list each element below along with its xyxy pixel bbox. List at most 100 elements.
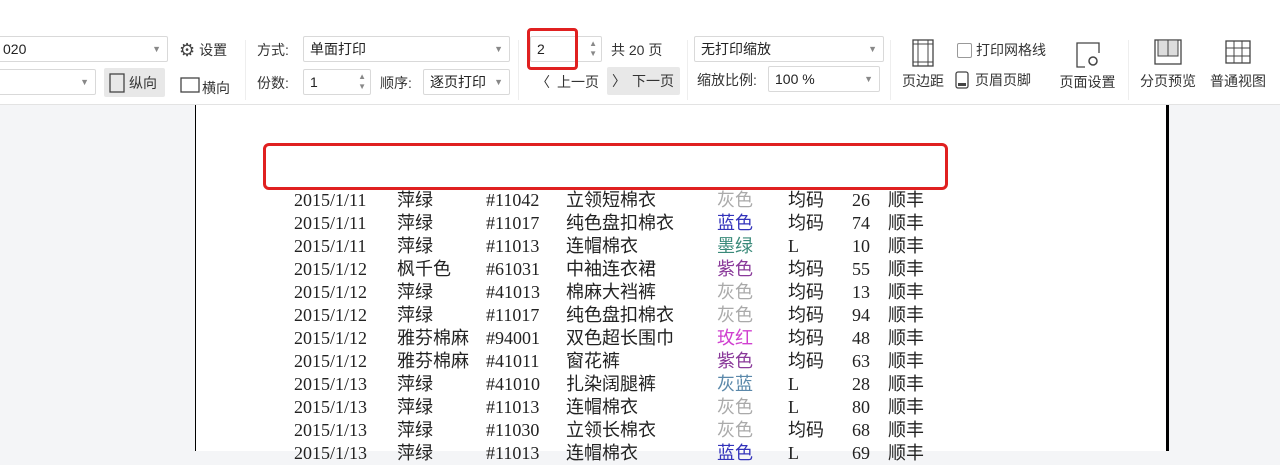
cell-ship: 顺丰	[888, 190, 924, 210]
scale-label: 缩放比例:	[697, 72, 757, 88]
prev-page-label: 上一页	[557, 74, 599, 90]
cell-brand: 萍绿	[397, 305, 433, 325]
cell-qty: 48	[852, 328, 870, 348]
printer-value: 020	[3, 41, 27, 57]
stepper-arrows-icon[interactable]: ▲ ▼	[589, 39, 597, 59]
normal-view-label: 普通视图	[1210, 73, 1266, 89]
divider	[890, 40, 891, 100]
table-row: 2015/1/12 萍绿 #11017 纯色盘扣棉衣 灰色 均码 94 顺丰	[196, 304, 1156, 327]
print-order-value: 逐页打印	[430, 74, 486, 90]
cell-product: 连帽棉衣	[566, 397, 638, 417]
cell-color: 灰色	[717, 305, 753, 325]
cell-code: #41011	[486, 351, 540, 371]
print-preview-page: 2015/1/11 萍绿 #11042 立领短棉衣 灰色 均码 26 顺丰 2015/1/11 萍…	[195, 105, 1169, 463]
table-row: 2015/1/11 萍绿 #11013 连帽棉衣 墨绿 L 10 顺丰	[196, 235, 1156, 258]
margins-button[interactable]: 页边距	[897, 39, 949, 91]
scale-select[interactable]: 100 % ▼	[768, 66, 880, 92]
cell-ship: 顺丰	[888, 236, 924, 256]
cell-brand: 萍绿	[397, 443, 433, 463]
cell-color: 紫色	[717, 351, 753, 371]
chevron-down-icon: ▼	[152, 44, 161, 54]
print-mode-select[interactable]: 单面打印 ▼	[303, 36, 510, 62]
scale-mode-select[interactable]: 无打印缩放 ▼	[694, 36, 884, 62]
cell-product: 立领长棉衣	[566, 420, 656, 440]
settings-button[interactable]: ⚙ 设置	[179, 39, 227, 61]
cell-date: 2015/1/11	[294, 236, 367, 256]
normal-view-button[interactable]: 普通视图	[1205, 39, 1271, 91]
cell-product: 中袖连衣裙	[566, 259, 656, 279]
header-footer-button[interactable]: 页眉页脚	[955, 70, 1031, 90]
cell-product: 连帽棉衣	[566, 236, 638, 256]
next-page-button[interactable]: 〉下一页	[607, 67, 680, 95]
scale-value: 100 %	[775, 71, 815, 87]
cell-ship: 顺丰	[888, 351, 924, 371]
landscape-label: 横向	[202, 80, 230, 96]
page-setup-label: 页面设置	[1059, 74, 1116, 90]
margins-icon	[912, 39, 934, 67]
copies-stepper[interactable]: 1 ▲ ▼	[303, 69, 371, 95]
chevron-left-icon: 〈	[536, 74, 550, 90]
divider	[518, 40, 519, 100]
cell-ship: 顺丰	[888, 305, 924, 325]
portrait-button[interactable]: 纵向	[104, 68, 165, 97]
next-page-label: 下一页	[632, 73, 674, 89]
cell-date: 2015/1/12	[294, 305, 368, 325]
cell-brand: 萍绿	[397, 190, 433, 210]
table-row: 2015/1/11 萍绿 #11017 纯色盘扣棉衣 蓝色 均码 74 顺丰	[196, 212, 1156, 235]
stepper-arrows-icon[interactable]: ▲ ▼	[358, 72, 366, 92]
page-landscape-icon	[180, 77, 200, 93]
page-setup-button[interactable]: 页面设置	[1055, 42, 1120, 92]
cell-code: #11013	[486, 236, 540, 256]
cell-color: 灰色	[717, 282, 753, 302]
cell-date: 2015/1/12	[294, 351, 368, 371]
cell-ship: 顺丰	[888, 397, 924, 417]
page-break-preview-icon	[1154, 39, 1182, 65]
divider	[245, 40, 246, 100]
chevron-down-icon: ▼	[868, 44, 877, 54]
cell-code: #11017	[486, 305, 540, 325]
cell-code: #41013	[486, 282, 540, 302]
prev-page-button[interactable]: 〈上一页	[533, 69, 602, 95]
printer-select[interactable]: 020 ▼	[0, 36, 168, 62]
print-order-select[interactable]: 逐页打印 ▼	[423, 69, 510, 95]
cell-size: 均码	[788, 190, 824, 210]
cell-color: 蓝色	[717, 213, 753, 233]
cell-qty: 28	[852, 374, 870, 394]
cell-color: 玫红	[717, 328, 753, 348]
cell-date: 2015/1/13	[294, 420, 368, 440]
print-gridlines-checkbox[interactable]: 打印网格线	[957, 40, 1046, 60]
cell-brand: 萍绿	[397, 420, 433, 440]
table-row: 2015/1/11 萍绿 #11042 立领短棉衣 灰色 均码 26 顺丰	[196, 189, 1156, 212]
cell-qty: 74	[852, 213, 870, 233]
total-pages: 共 20 页	[611, 42, 663, 58]
cell-code: #11013	[486, 443, 540, 463]
cell-color: 灰蓝	[717, 374, 753, 394]
cell-date: 2015/1/11	[294, 190, 367, 210]
table-row: 2015/1/12 雅芬棉麻 #41011 窗花裤 紫色 均码 63 顺丰	[196, 350, 1156, 373]
cell-product: 扎染阔腿裤	[566, 374, 656, 394]
cell-color: 灰色	[717, 190, 753, 210]
cell-brand: 萍绿	[397, 236, 433, 256]
cell-color: 紫色	[717, 259, 753, 279]
cell-size: L	[788, 443, 799, 463]
cell-product: 立领短棉衣	[566, 190, 656, 210]
print-mode-value: 单面打印	[310, 41, 366, 57]
scale-mode-value: 无打印缩放	[701, 41, 771, 57]
checkbox-icon	[957, 42, 972, 58]
table-row: 2015/1/13 萍绿 #11013 连帽棉衣 灰色 L 80 顺丰	[196, 396, 1156, 419]
table-row: 2015/1/13 萍绿 #41010 扎染阔腿裤 灰蓝 L 28 顺丰	[196, 373, 1156, 396]
landscape-button[interactable]: 横向	[180, 72, 230, 98]
page-portrait-icon	[109, 72, 125, 93]
cell-size: L	[788, 236, 799, 256]
table-row: 2015/1/13 萍绿 #11013 连帽棉衣 蓝色 L 69 顺丰	[196, 442, 1156, 465]
cell-qty: 68	[852, 420, 870, 440]
cell-color: 蓝色	[717, 443, 753, 463]
highlight-page-number	[527, 28, 578, 70]
print-gridlines-label: 打印网格线	[976, 42, 1046, 58]
cell-qty: 13	[852, 282, 870, 302]
cell-product: 双色超长围巾	[566, 328, 674, 348]
page-break-preview-button[interactable]: 分页预览	[1135, 39, 1201, 91]
cell-code: #41010	[486, 374, 540, 394]
cell-ship: 顺丰	[888, 328, 924, 348]
paper-select[interactable]: ▼	[0, 69, 96, 95]
